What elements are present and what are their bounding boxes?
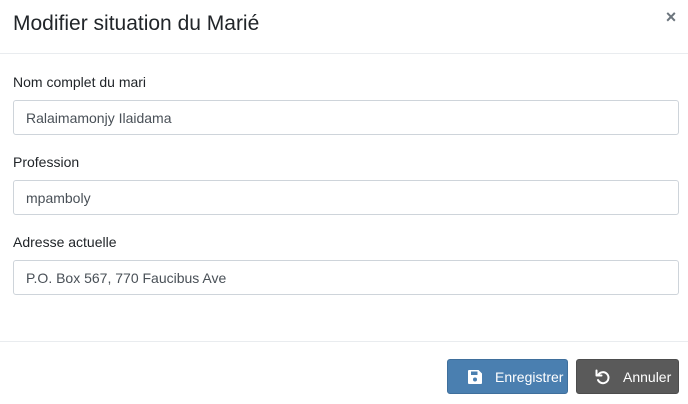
husband-name-label: Nom complet du mari — [13, 74, 147, 90]
profession-label: Profession — [13, 154, 80, 170]
address-input[interactable] — [13, 260, 679, 295]
cancel-button[interactable]: Annuler — [576, 359, 679, 394]
modal-title: Modifier situation du Marié — [13, 12, 260, 35]
save-button[interactable]: Enregistrer — [447, 359, 568, 394]
address-label: Adresse actuelle — [13, 234, 117, 250]
cancel-button-label: Annuler — [623, 368, 672, 385]
modal-footer: Enregistrer Annuler — [0, 341, 688, 404]
husband-name-input[interactable] — [13, 100, 679, 135]
modal-body: Nom complet du mari Profession Adresse a… — [0, 54, 688, 341]
undo-icon — [595, 369, 611, 385]
floppy-disk-icon — [467, 369, 483, 385]
modal-header: Modifier situation du Marié × — [0, 0, 688, 54]
edit-husband-modal: Modifier situation du Marié × Nom comple… — [0, 0, 688, 404]
close-icon[interactable]: × — [663, 8, 679, 26]
save-button-label: Enregistrer — [495, 368, 564, 385]
profession-input[interactable] — [13, 180, 679, 215]
